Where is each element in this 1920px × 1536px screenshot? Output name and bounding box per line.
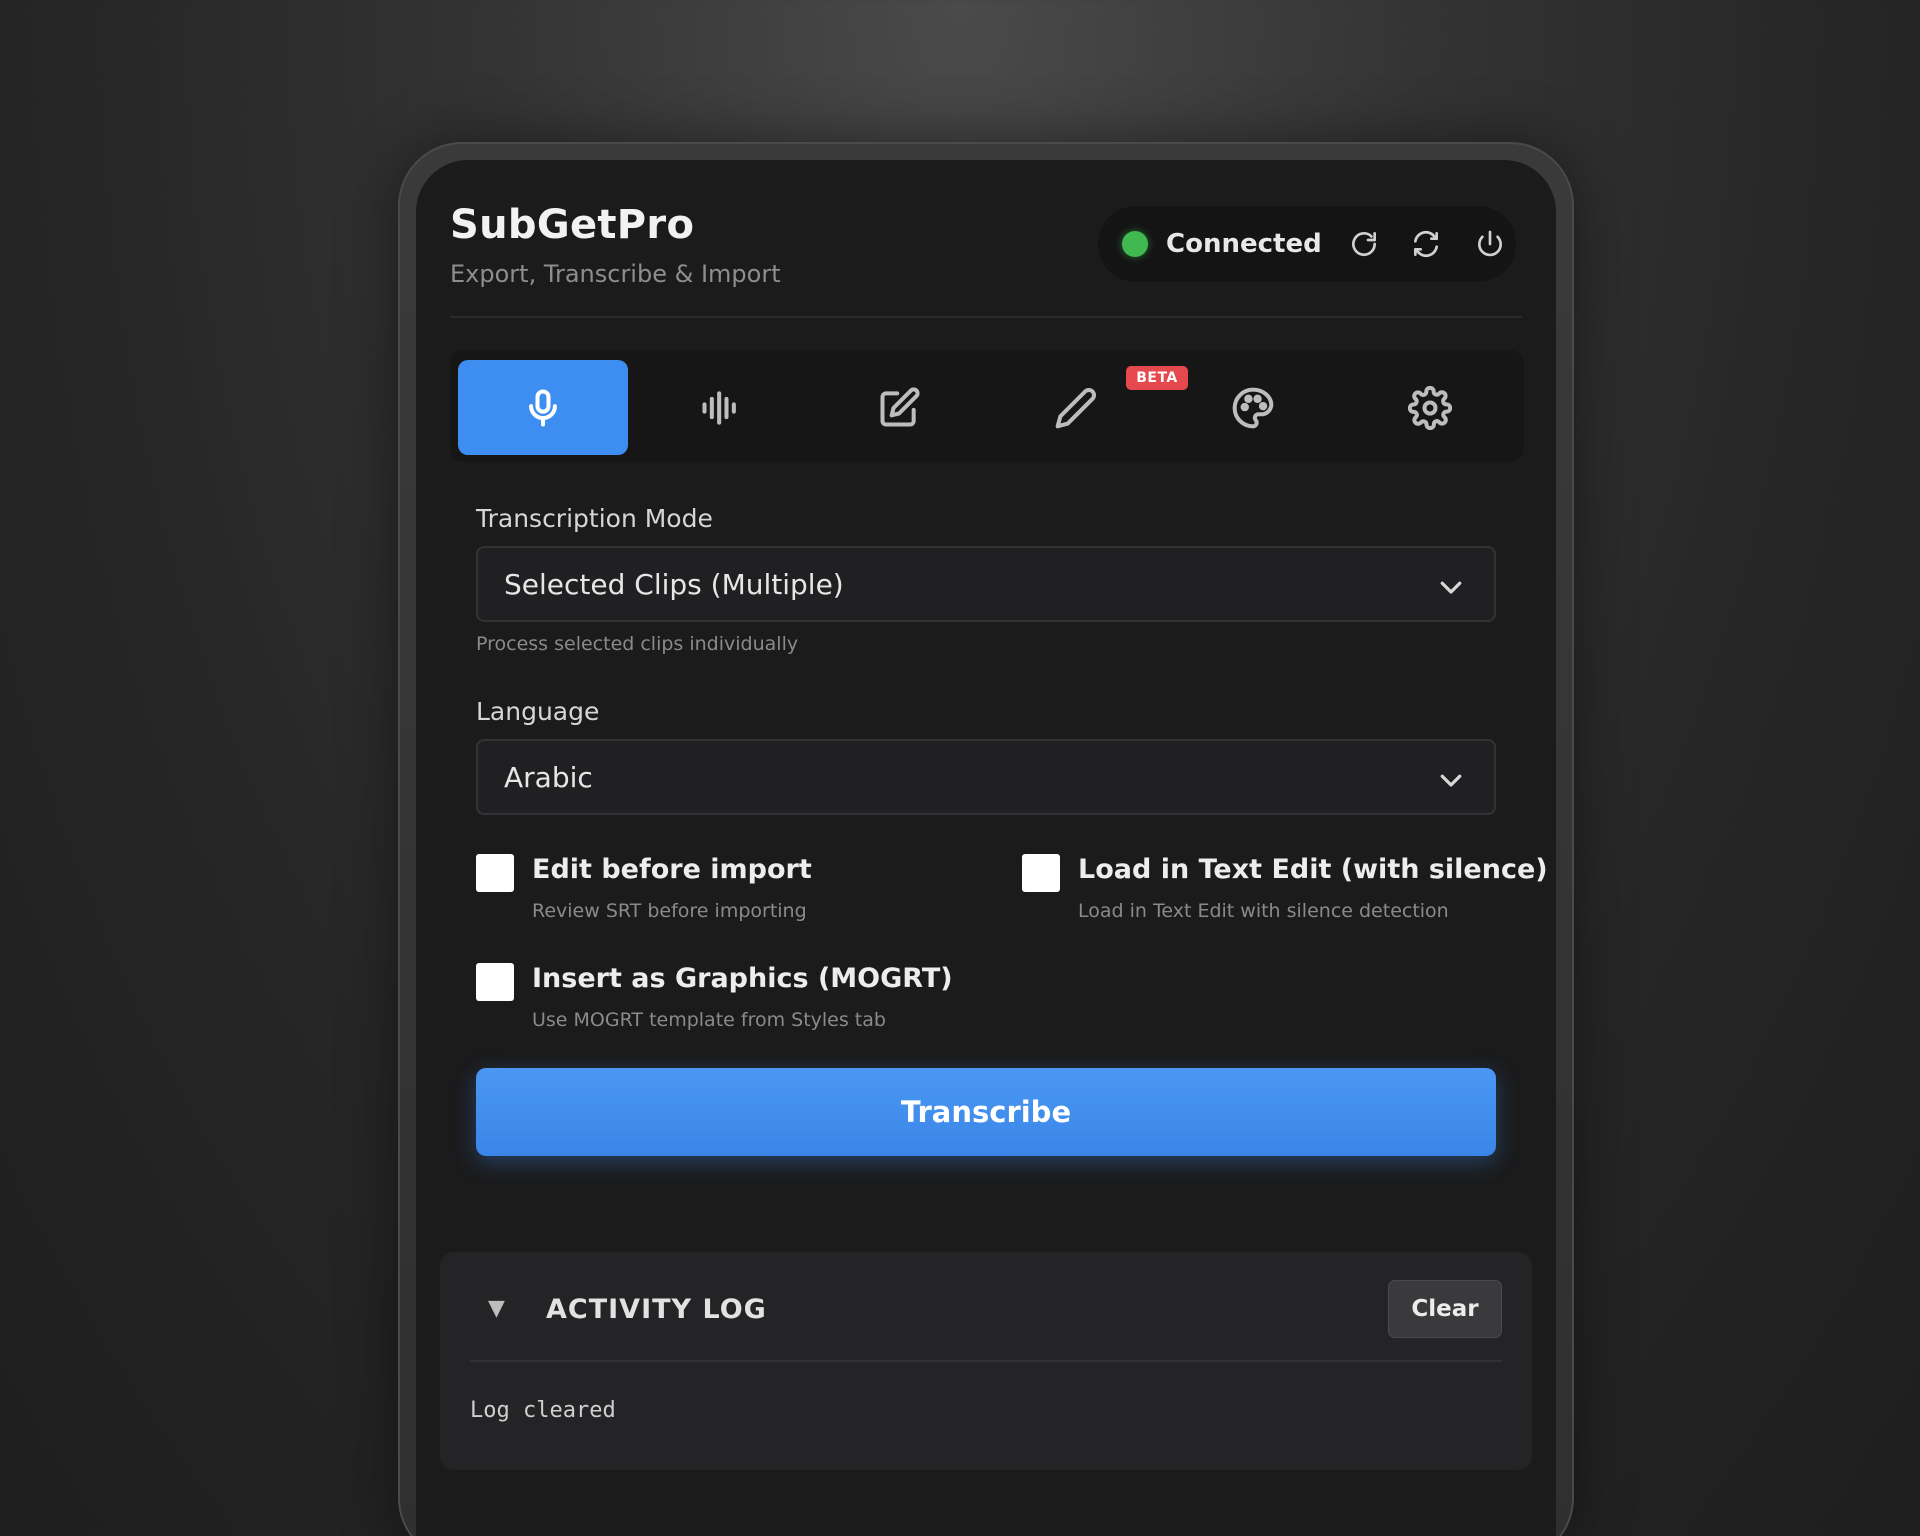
status-text: Connected xyxy=(1166,229,1322,259)
header-divider xyxy=(450,316,1522,318)
reload-icon xyxy=(1351,232,1376,256)
activity-log-title: ACTIVITY LOG xyxy=(546,1294,767,1325)
activity-log-panel: ▼ ACTIVITY LOG Clear Log cleared xyxy=(440,1252,1532,1470)
power-button[interactable] xyxy=(1470,224,1510,264)
tab-audio[interactable] xyxy=(636,360,806,455)
edit-before-import-checkbox[interactable] xyxy=(476,854,514,892)
connection-status-pill: Connected xyxy=(1098,206,1516,282)
chevron-down-icon xyxy=(1436,572,1466,602)
chevron-down-icon xyxy=(1436,765,1466,795)
language-select[interactable]: Arabic xyxy=(476,739,1496,815)
pencil-icon xyxy=(1055,387,1097,428)
load-text-edit-desc: Load in Text Edit with silence detection xyxy=(1078,900,1449,922)
language-label: Language xyxy=(476,697,600,726)
tab-styles[interactable] xyxy=(1168,360,1338,455)
transcription-mode-helper: Process selected clips individually xyxy=(476,633,799,655)
transcription-mode-label: Transcription Mode xyxy=(476,504,713,533)
edit-square-icon xyxy=(880,386,920,427)
edit-before-import-desc: Review SRT before importing xyxy=(532,900,807,922)
sync-button[interactable] xyxy=(1406,224,1446,264)
tab-edit[interactable] xyxy=(814,360,984,455)
header: SubGetPro Export, Transcribe & Import xyxy=(450,202,781,288)
sync-icon xyxy=(1413,230,1438,258)
app-subtitle: Export, Transcribe & Import xyxy=(450,260,781,288)
status-indicator-dot xyxy=(1122,231,1148,257)
power-icon xyxy=(1477,230,1502,257)
tab-transcribe[interactable] xyxy=(458,360,628,455)
insert-graphics-label[interactable]: Insert as Graphics (MOGRT) xyxy=(532,963,953,994)
load-text-edit-label[interactable]: Load in Text Edit (with silence) xyxy=(1078,854,1548,885)
gear-icon xyxy=(1408,385,1452,430)
microphone-icon xyxy=(529,388,557,427)
log-divider xyxy=(470,1360,1502,1362)
palette-icon xyxy=(1232,387,1274,428)
insert-graphics-desc: Use MOGRT template from Styles tab xyxy=(532,1009,886,1031)
log-entry: Log cleared xyxy=(470,1398,616,1423)
waveform-icon xyxy=(702,390,736,425)
tab-settings[interactable] xyxy=(1345,360,1515,455)
load-text-edit-checkbox[interactable] xyxy=(1022,854,1060,892)
tab-bar: BETA xyxy=(450,350,1524,462)
log-collapse-toggle-icon[interactable]: ▼ xyxy=(488,1296,505,1321)
transcription-mode-select[interactable]: Selected Clips (Multiple) xyxy=(476,546,1496,622)
reload-button[interactable] xyxy=(1344,224,1384,264)
plugin-panel: SubGetPro Export, Transcribe & Import Co… xyxy=(416,160,1556,1536)
edit-before-import-label[interactable]: Edit before import xyxy=(532,854,812,885)
app-title: SubGetPro xyxy=(450,202,695,248)
clear-log-button[interactable]: Clear xyxy=(1388,1280,1502,1338)
transcription-mode-value: Selected Clips (Multiple) xyxy=(504,567,844,601)
transcribe-button[interactable]: Transcribe xyxy=(476,1068,1496,1156)
language-value: Arabic xyxy=(504,760,593,794)
insert-graphics-checkbox[interactable] xyxy=(476,963,514,1001)
